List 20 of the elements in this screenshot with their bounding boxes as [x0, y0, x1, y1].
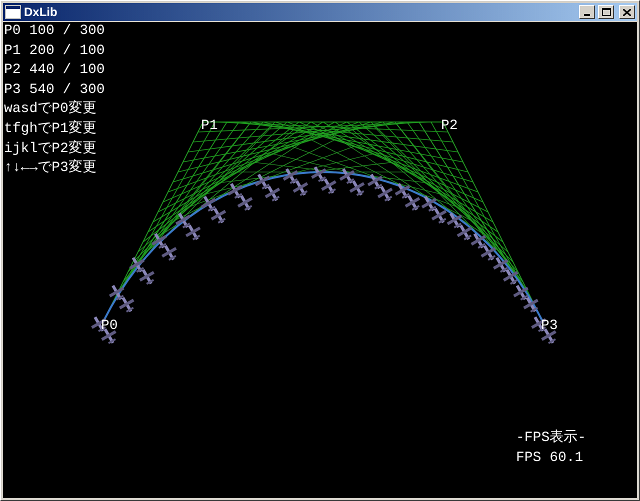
point-label: P0: [101, 318, 118, 334]
info-text: tfghでP1変更: [4, 120, 96, 139]
close-button[interactable]: [619, 5, 635, 19]
maximize-button[interactable]: [598, 5, 614, 19]
window-icon: [5, 5, 21, 19]
info-text: P0 100 / 300: [4, 22, 105, 41]
info-text: wasdでP0変更: [4, 100, 96, 120]
info-text: ↑↓←→でP3変更: [4, 159, 96, 178]
minimize-button[interactable]: [579, 5, 595, 19]
info-text: P3 540 / 300: [4, 80, 105, 100]
fps-heading: -FPS表示-: [516, 428, 586, 448]
point-label: P3: [541, 318, 558, 334]
fps-reading: FPS 60.1: [516, 449, 584, 468]
info-text: P1 200 / 100: [4, 42, 105, 61]
maximize-icon: [602, 8, 610, 16]
info-text: P2 440 / 100: [4, 61, 105, 80]
info-text: ijklでP2変更: [4, 140, 96, 159]
window-title: DxLib: [24, 6, 58, 18]
close-icon: [623, 8, 631, 16]
minimize-icon: [584, 14, 590, 16]
